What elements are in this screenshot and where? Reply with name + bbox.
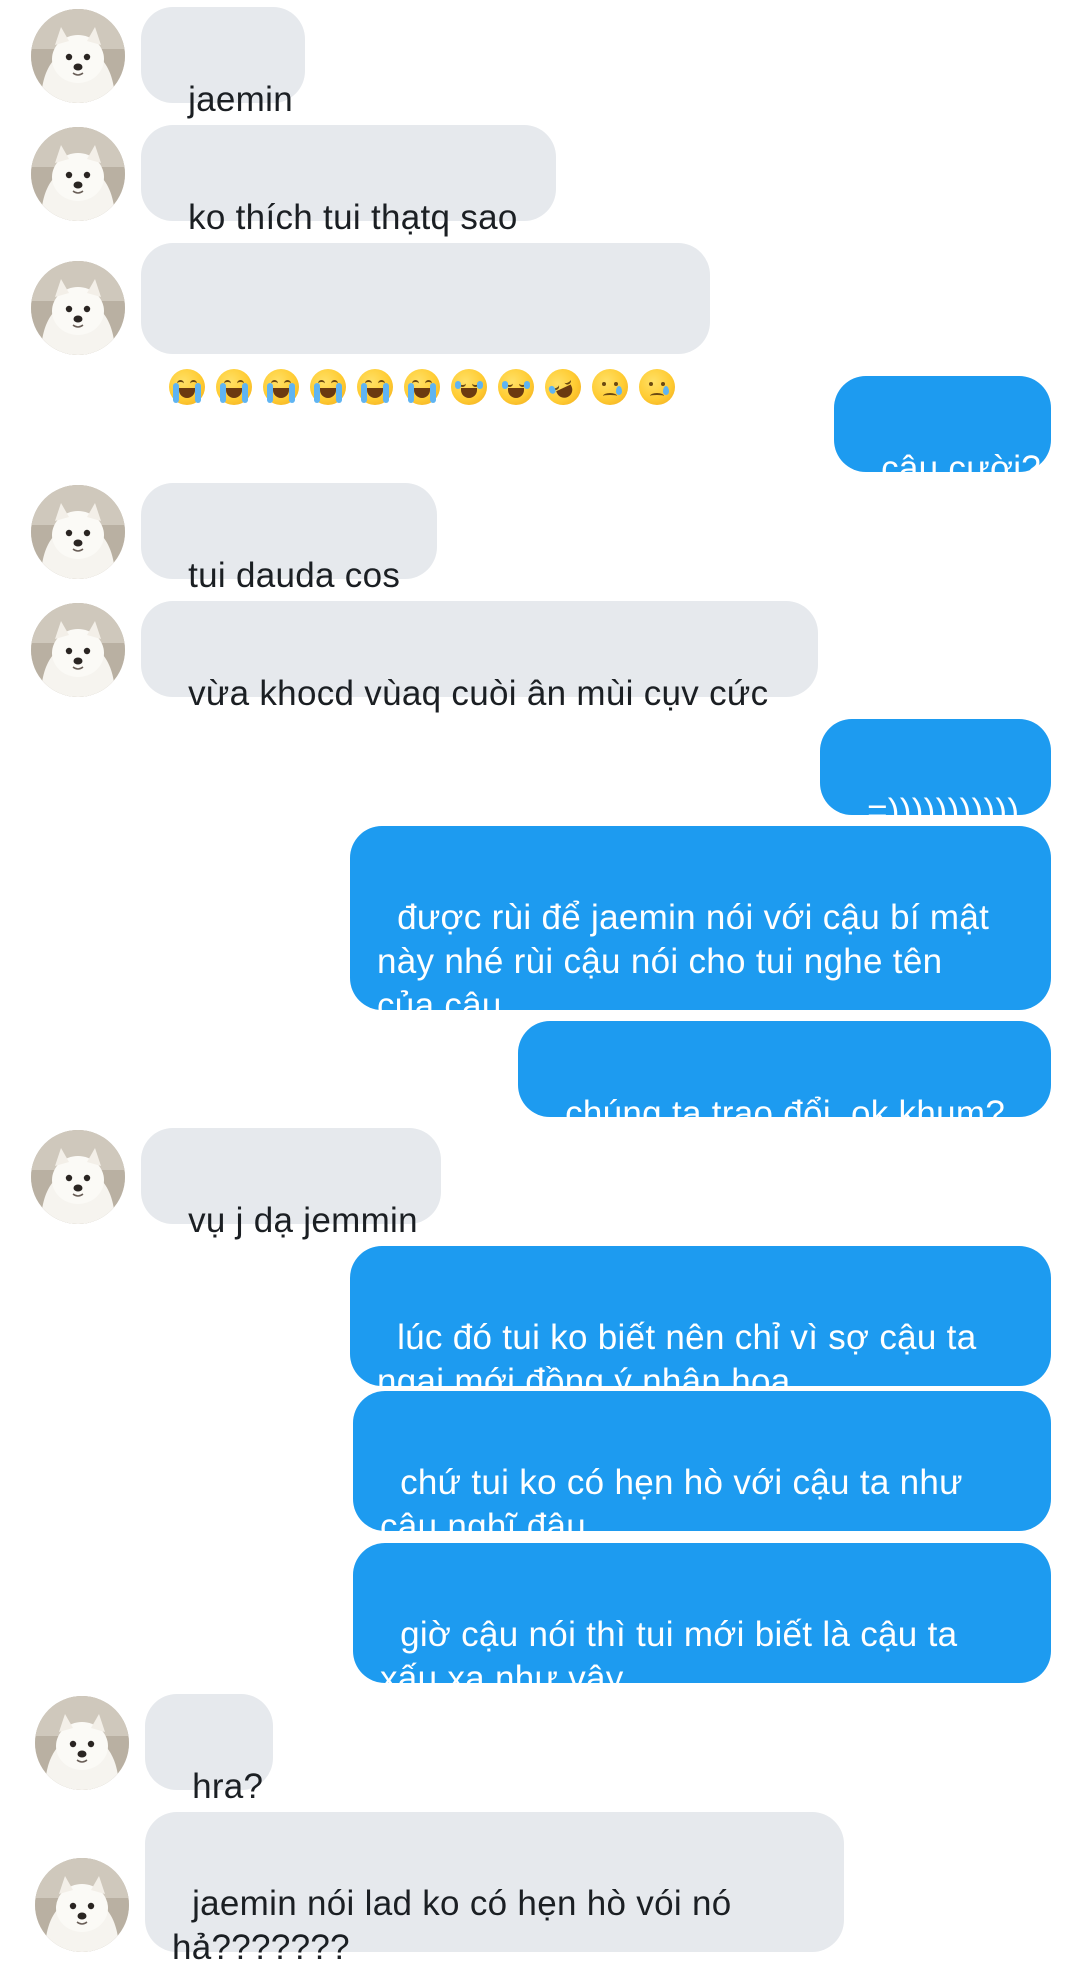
message-bubble-incoming[interactable]: tui dauda cos	[141, 483, 437, 595]
message-text: vừa khocd vùaq cuòi ân mùi cụv cức	[188, 674, 769, 713]
avatar[interactable]	[35, 1696, 129, 1790]
message-bubble-incoming[interactable]: ko thích tui thạtq sao	[141, 125, 556, 237]
message-text: jaemin nói lad ko có hẹn hò vói nó hả???…	[172, 1884, 732, 1967]
message-bubble-outgoing[interactable]: cậu cười?	[834, 376, 1051, 488]
message-text: được rùi để jaemin nói với cậu bí mật nà…	[377, 898, 990, 1025]
face-holding-back-tears-emoji-icon	[592, 368, 628, 405]
samoyed-avatar-icon	[35, 1858, 129, 1952]
loudly-crying-emoji-icon	[169, 368, 205, 405]
message-text: cậu cười?	[881, 449, 1042, 488]
message-bubble-incoming[interactable]: vụ j dạ jemmin	[141, 1128, 441, 1240]
message-text: lúc đó tui ko biết nên chỉ vì sợ cậu ta …	[377, 1318, 977, 1401]
message-bubble-outgoing[interactable]: chúng ta trao đổi, ok khum?	[518, 1021, 1051, 1133]
avatar[interactable]	[31, 127, 125, 221]
emoji-row	[141, 331, 710, 442]
samoyed-avatar-icon	[31, 9, 125, 103]
rolling-on-floor-laughing-emoji-icon	[539, 362, 587, 411]
avatar[interactable]	[31, 1130, 125, 1224]
message-text: giờ cậu nói thì tui mới biết là cậu ta x…	[380, 1615, 958, 1698]
loudly-crying-emoji-icon	[263, 368, 299, 405]
message-bubble-incoming[interactable]: jaemin	[141, 7, 305, 119]
message-bubble-incoming[interactable]: hra?	[145, 1694, 273, 1806]
message-bubble-outgoing[interactable]: =)))))))))))	[820, 719, 1051, 831]
message-text: chúng ta trao đổi, ok khum?	[565, 1094, 1006, 1133]
loudly-crying-emoji-icon	[310, 368, 346, 405]
avatar[interactable]	[31, 485, 125, 579]
tears-of-joy-emoji-icon	[498, 368, 534, 405]
loudly-crying-emoji-icon	[404, 368, 440, 405]
samoyed-avatar-icon	[35, 1696, 129, 1790]
avatar[interactable]	[35, 1858, 129, 1952]
avatar[interactable]	[31, 9, 125, 103]
samoyed-avatar-icon	[31, 261, 125, 355]
message-bubble-outgoing[interactable]: chứ tui ko có hẹn hò với cậu ta như cậu …	[353, 1391, 1051, 1546]
samoyed-avatar-icon	[31, 603, 125, 697]
message-bubble-outgoing[interactable]: giờ cậu nói thì tui mới biết là cậu ta x…	[353, 1543, 1051, 1698]
avatar[interactable]	[31, 603, 125, 697]
loudly-crying-emoji-icon	[357, 368, 393, 405]
message-text: vụ j dạ jemmin	[188, 1201, 418, 1240]
samoyed-avatar-icon	[31, 127, 125, 221]
samoyed-avatar-icon	[31, 1130, 125, 1224]
message-text: tui dauda cos	[188, 556, 401, 595]
message-bubble-outgoing[interactable]: lúc đó tui ko biết nên chỉ vì sợ cậu ta …	[350, 1246, 1051, 1401]
loudly-crying-emoji-icon	[216, 368, 252, 405]
avatar[interactable]	[31, 261, 125, 355]
face-holding-back-tears-emoji-icon	[639, 368, 675, 405]
message-bubble-incoming[interactable]: jaemin nói lad ko có hẹn hò vói nó hả???…	[145, 1812, 844, 1967]
message-bubble-incoming-emoji[interactable]	[141, 243, 710, 411]
message-text: chứ tui ko có hẹn hò với cậu ta như cậu …	[380, 1463, 963, 1546]
message-text: hra?	[192, 1767, 264, 1806]
message-text: ko thích tui thạtq sao	[188, 198, 518, 237]
message-bubble-outgoing[interactable]: được rùi để jaemin nói với cậu bí mật nà…	[350, 826, 1051, 1025]
message-bubble-incoming[interactable]: vừa khocd vùaq cuòi ân mùi cụv cức	[141, 601, 818, 713]
samoyed-avatar-icon	[31, 485, 125, 579]
message-text: jaemin	[188, 80, 293, 119]
tears-of-joy-emoji-icon	[451, 368, 487, 405]
